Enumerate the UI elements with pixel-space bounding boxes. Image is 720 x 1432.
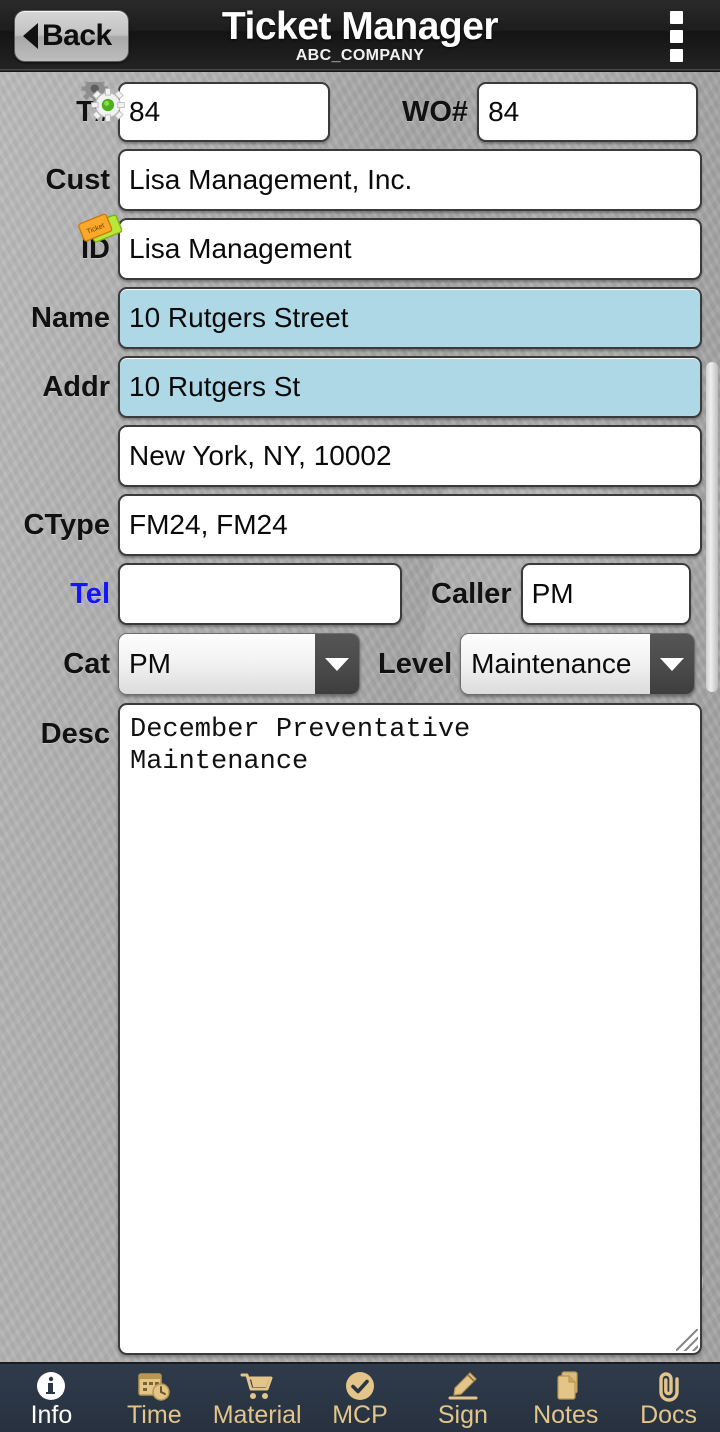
row-description: Desc December Preventative Maintenance (0, 703, 704, 1355)
bottom-tab-bar: Info Time Material MCP Sign Notes Docs (0, 1362, 720, 1432)
description-label: Desc (40, 717, 110, 750)
resize-handle-icon[interactable] (676, 1329, 698, 1351)
row-customer: Cust Lisa Management, Inc. (0, 149, 704, 211)
shopping-cart-icon (240, 1370, 274, 1402)
chevron-down-icon (315, 634, 359, 694)
tab-material-label: Material (212, 1401, 302, 1429)
tab-notes[interactable]: Notes (514, 1364, 617, 1432)
info-icon (35, 1370, 67, 1402)
row-name: Name 10 Rutgers Street (0, 287, 704, 349)
work-order-input[interactable]: 84 (477, 82, 699, 142)
back-button-label: Back (42, 19, 112, 52)
row-id: ID Tick Ticket Lisa Management (0, 213, 704, 280)
calendar-clock-icon (137, 1370, 171, 1402)
tab-notes-label: Notes (533, 1401, 599, 1429)
row-address: Addr 10 Rutgers St (0, 356, 704, 418)
city-state-zip-input[interactable]: New York, NY, 10002 (118, 425, 702, 487)
ctype-input[interactable]: FM24, FM24 (118, 494, 702, 556)
tab-sign-label: Sign (437, 1401, 488, 1429)
page-subtitle: ABC_COMPANY (295, 46, 425, 64)
tab-mcp-label: MCP (332, 1401, 388, 1429)
paperclip-icon (652, 1370, 686, 1402)
title-bar: Back Ticket Manager ABC_COMPANY (0, 0, 720, 72)
ticket-number-input[interactable]: 84 (118, 82, 330, 142)
row-tel-caller: Tel Caller PM (0, 563, 704, 625)
tab-time[interactable]: Time (103, 1364, 206, 1432)
tab-material[interactable]: Material (206, 1364, 309, 1432)
tab-sign[interactable]: Sign (411, 1364, 514, 1432)
tab-info-label: Info (30, 1401, 73, 1429)
id-input[interactable]: Lisa Management (118, 218, 702, 280)
ticket-form: T# 84 WO# 84 Cust Lisa Management, Inc. … (0, 72, 720, 1362)
category-label: Cat (63, 647, 110, 680)
chevron-down-icon (650, 634, 695, 694)
customer-label: Cust (45, 163, 110, 196)
customer-input[interactable]: Lisa Management, Inc. (118, 149, 702, 211)
back-arrow-icon (23, 23, 38, 49)
tab-info[interactable]: Info (0, 1364, 103, 1432)
tab-mcp[interactable]: MCP (309, 1364, 412, 1432)
caller-label: Caller (431, 577, 512, 610)
tel-input[interactable] (118, 563, 402, 625)
check-circle-icon (344, 1370, 376, 1402)
name-input[interactable]: 10 Rutgers Street (118, 287, 702, 349)
address-label: Addr (42, 370, 110, 403)
description-textarea[interactable]: December Preventative Maintenance (118, 703, 702, 1355)
row-ctype: CType FM24, FM24 (0, 494, 704, 556)
tab-docs[interactable]: Docs (617, 1364, 720, 1432)
app-window: Back Ticket Manager ABC_COMPANY T# 84 WO… (0, 0, 720, 1432)
address-input[interactable]: 10 Rutgers St (118, 356, 702, 418)
tel-label[interactable]: Tel (70, 579, 110, 609)
row-city-state-zip: New York, NY, 10002 (0, 425, 704, 487)
tab-docs-label: Docs (640, 1401, 698, 1429)
overflow-menu-icon[interactable] (652, 0, 700, 72)
gears-icon (81, 81, 125, 122)
back-button[interactable]: Back (14, 10, 129, 62)
vertical-scrollbar[interactable] (706, 362, 718, 692)
category-dropdown[interactable]: PM (118, 633, 360, 695)
documents-icon (550, 1370, 582, 1402)
pen-signature-icon (446, 1370, 480, 1402)
caller-input[interactable]: PM (520, 563, 691, 625)
level-label: Level (378, 647, 453, 680)
category-dropdown-value: PM (119, 634, 315, 694)
row-category-level: Cat PM Level Maintenance (0, 633, 704, 695)
tickets-icon: Tick Ticket (78, 213, 123, 242)
ctype-label: CType (23, 508, 110, 541)
row-ticket-workorder: T# 84 WO# 84 (0, 81, 704, 142)
name-label: Name (31, 301, 110, 334)
level-dropdown-value: Maintenance (461, 634, 651, 694)
tab-time-label: Time (126, 1401, 182, 1429)
level-dropdown[interactable]: Maintenance (460, 633, 696, 695)
page-title: Ticket Manager (221, 5, 499, 49)
work-order-label: WO# (402, 95, 469, 128)
